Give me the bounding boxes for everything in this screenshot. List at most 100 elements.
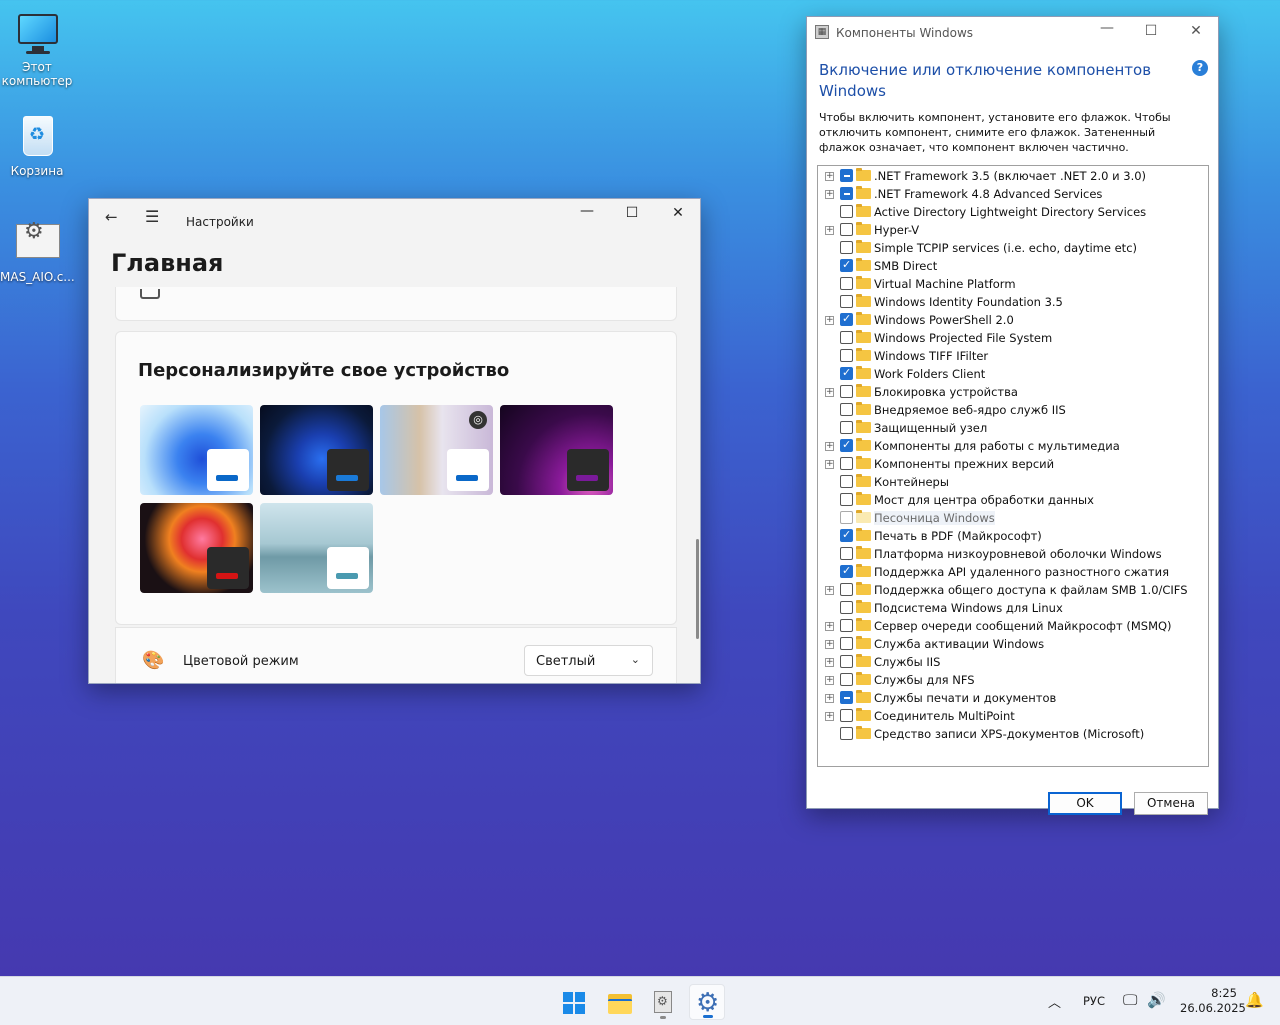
feature-checkbox[interactable] — [840, 349, 853, 362]
theme-glow[interactable] — [500, 405, 613, 495]
expand-plus-icon[interactable]: + — [825, 676, 834, 685]
expand-plus-icon[interactable]: + — [825, 622, 834, 631]
close-button[interactable]: ✕ — [1176, 23, 1216, 39]
feature-checkbox[interactable] — [840, 223, 853, 236]
feature-item[interactable]: + Служба активации Windows — [818, 635, 1208, 653]
feature-item[interactable]: Печать в PDF (Майкрософт) — [818, 527, 1208, 545]
feature-checkbox[interactable] — [840, 169, 853, 182]
theme-bloom-light[interactable] — [140, 405, 253, 495]
feature-item[interactable]: Windows Identity Foundation 3.5 — [818, 293, 1208, 311]
expand-plus-icon[interactable]: + — [825, 460, 834, 469]
feature-checkbox[interactable] — [840, 637, 853, 650]
feature-item[interactable]: Simple TCPIP services (i.e. echo, daytim… — [818, 239, 1208, 257]
feature-checkbox[interactable] — [840, 187, 853, 200]
feature-checkbox[interactable] — [840, 277, 853, 290]
help-icon[interactable]: ? — [1192, 60, 1208, 76]
feature-checkbox[interactable] — [840, 655, 853, 668]
feature-item[interactable]: + Windows PowerShell 2.0 — [818, 311, 1208, 329]
close-button[interactable]: ✕ — [656, 205, 700, 221]
feature-checkbox[interactable] — [840, 493, 853, 506]
feature-item[interactable]: Защищенный узел — [818, 419, 1208, 437]
feature-checkbox[interactable] — [840, 511, 853, 524]
feature-item[interactable]: Мост для центра обработки данных — [818, 491, 1208, 509]
feature-item[interactable]: Windows TIFF IFilter — [818, 347, 1208, 365]
feature-item[interactable]: Средство записи XPS-документов (Microsof… — [818, 725, 1208, 743]
feature-checkbox[interactable] — [840, 403, 853, 416]
expand-plus-icon[interactable]: + — [825, 586, 834, 595]
feature-item[interactable]: Контейнеры — [818, 473, 1208, 491]
feature-checkbox[interactable] — [840, 619, 853, 632]
feature-checkbox[interactable] — [840, 295, 853, 308]
features-tree[interactable]: + .NET Framework 3.5 (включает .NET 2.0 и… — [817, 165, 1209, 767]
feature-item[interactable]: Virtual Machine Platform — [818, 275, 1208, 293]
feature-item[interactable]: + Соединитель MultiPoint — [818, 707, 1208, 725]
feature-checkbox[interactable] — [840, 727, 853, 740]
feature-item[interactable]: + .NET Framework 3.5 (включает .NET 2.0 и… — [818, 167, 1208, 185]
feature-checkbox[interactable] — [840, 438, 853, 452]
feature-checkbox[interactable] — [840, 547, 853, 560]
feature-checkbox[interactable] — [840, 457, 853, 470]
desktop-icon-mas-aio[interactable]: ⚙ MAS_AIO.c... — [0, 220, 75, 285]
desktop-icon-this-pc[interactable]: Этот компьютер — [0, 10, 74, 88]
feature-item[interactable]: + Службы для NFS — [818, 671, 1208, 689]
feature-item[interactable]: + Поддержка общего доступа к файлам SMB 1… — [818, 581, 1208, 599]
back-arrow-icon[interactable]: ← — [105, 208, 118, 226]
minimize-button[interactable]: — — [565, 203, 609, 219]
feature-checkbox[interactable] — [840, 205, 853, 218]
taskbar-settings[interactable]: ⚙ — [689, 984, 725, 1020]
feature-item[interactable]: Песочница Windows — [818, 509, 1208, 527]
theme-captured-motion[interactable] — [140, 503, 253, 593]
feature-item[interactable]: + Сервер очереди сообщений Майкрософт (MS… — [818, 617, 1208, 635]
feature-item[interactable]: Windows Projected File System — [818, 329, 1208, 347]
hamburger-menu-icon[interactable]: ☰ — [145, 207, 159, 226]
expand-plus-icon[interactable]: + — [825, 712, 834, 721]
network-icon[interactable]: 🖵 — [1123, 991, 1137, 1025]
desktop-icon-recycle-bin[interactable]: ♻ Корзина — [0, 114, 74, 178]
ok-button[interactable]: OK — [1048, 792, 1122, 815]
feature-checkbox[interactable] — [840, 312, 853, 326]
feature-item[interactable]: + Блокировка устройства — [818, 383, 1208, 401]
feature-checkbox[interactable] — [840, 385, 853, 398]
feature-item[interactable]: Платформа низкоуровневой оболочки Window… — [818, 545, 1208, 563]
cancel-button[interactable]: Отмена — [1134, 792, 1208, 815]
feature-checkbox[interactable] — [840, 258, 853, 272]
maximize-button[interactable]: ☐ — [610, 205, 654, 221]
language-indicator[interactable]: РУС — [1083, 994, 1105, 1025]
expand-plus-icon[interactable]: + — [825, 658, 834, 667]
color-mode-dropdown[interactable]: Светлый ⌄ — [524, 645, 653, 676]
notification-bell-icon[interactable]: 🔔 — [1245, 991, 1264, 1025]
feature-item[interactable]: + Службы печати и документов — [818, 689, 1208, 707]
feature-item[interactable]: Подсистема Windows для Linux — [818, 599, 1208, 617]
feature-checkbox[interactable] — [840, 475, 853, 488]
volume-icon[interactable]: 🔊 — [1147, 991, 1166, 1025]
clock[interactable]: 8:25 26.06.2025 — [1180, 986, 1246, 1025]
expand-plus-icon[interactable]: + — [825, 172, 834, 181]
feature-item[interactable]: SMB Direct — [818, 257, 1208, 275]
feature-item[interactable]: + Службы IIS — [818, 653, 1208, 671]
maximize-button[interactable]: ☐ — [1131, 23, 1171, 39]
feature-item[interactable]: Поддержка API удаленного разностного сжа… — [818, 563, 1208, 581]
feature-item[interactable]: + Hyper-V — [818, 221, 1208, 239]
feature-checkbox[interactable] — [840, 528, 853, 542]
feature-checkbox[interactable] — [840, 583, 853, 596]
expand-plus-icon[interactable]: + — [825, 226, 834, 235]
feature-item[interactable]: Work Folders Client — [818, 365, 1208, 383]
start-button[interactable] — [556, 984, 592, 1020]
feature-item[interactable]: + Компоненты для работы с мультимедиа — [818, 437, 1208, 455]
feature-item[interactable]: + Компоненты прежних версий — [818, 455, 1208, 473]
feature-checkbox[interactable] — [840, 564, 853, 578]
feature-checkbox[interactable] — [840, 601, 853, 614]
expand-plus-icon[interactable]: + — [825, 694, 834, 703]
expand-plus-icon[interactable]: + — [825, 190, 834, 199]
show-hidden-icons-chevron-icon[interactable]: ︿ — [1048, 992, 1061, 1025]
feature-item[interactable]: Active Directory Lightweight Directory S… — [818, 203, 1208, 221]
theme-flow[interactable] — [260, 503, 373, 593]
feature-item[interactable]: Внедряемое веб-ядро служб IIS — [818, 401, 1208, 419]
taskbar-file-explorer[interactable] — [601, 984, 637, 1020]
minimize-button[interactable]: — — [1087, 20, 1127, 36]
feature-checkbox[interactable] — [840, 691, 853, 704]
feature-item[interactable]: + .NET Framework 4.8 Advanced Services — [818, 185, 1208, 203]
feature-checkbox[interactable] — [840, 366, 853, 380]
theme-spotlight[interactable]: ◎ — [380, 405, 493, 495]
feature-checkbox[interactable] — [840, 709, 853, 722]
